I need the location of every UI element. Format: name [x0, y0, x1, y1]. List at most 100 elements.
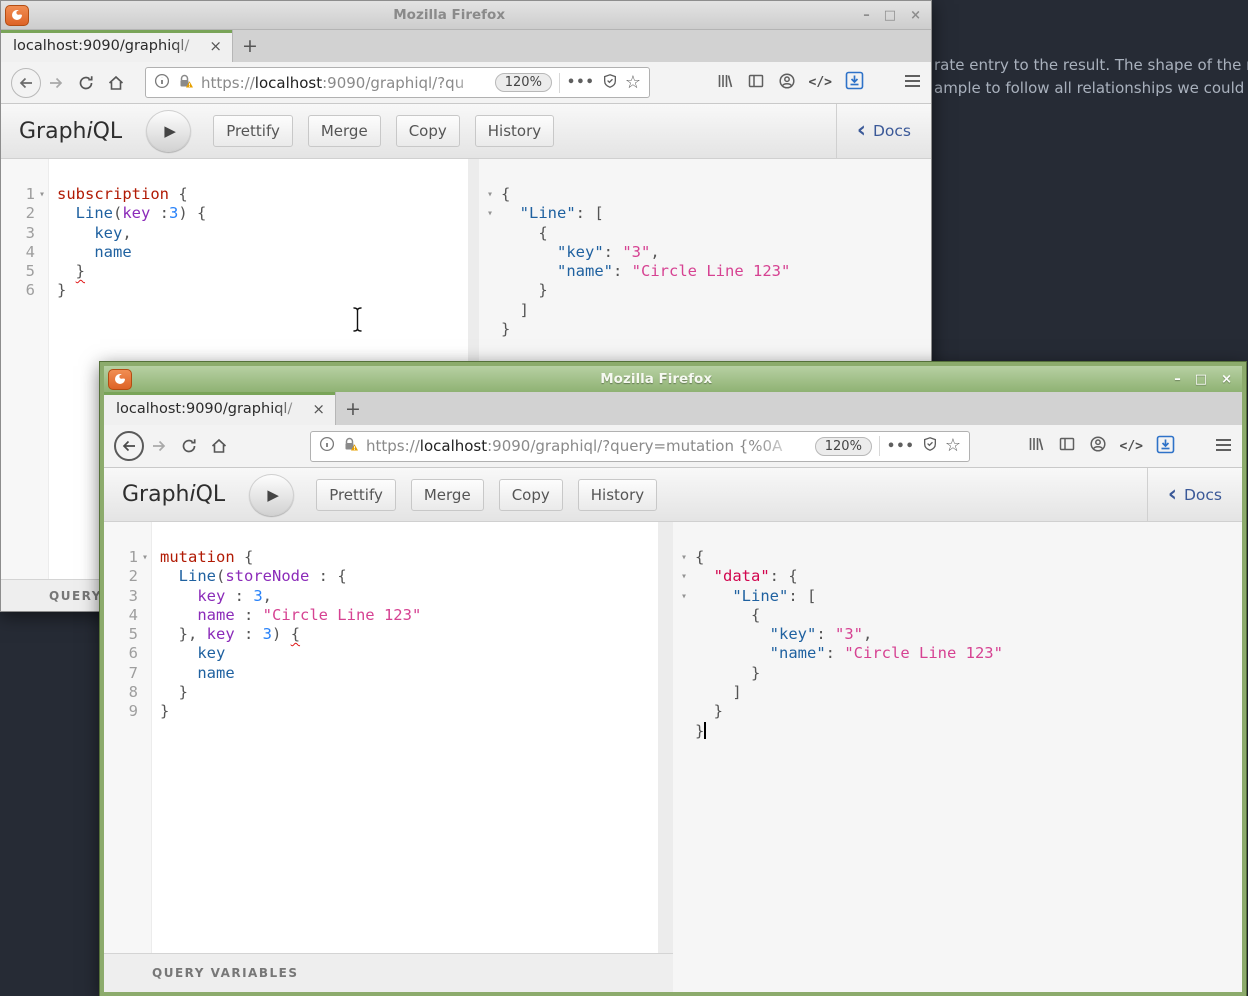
back-nav-toolbar: https://localhost:9090/graphiql/?qu 120%…	[1, 62, 931, 104]
forward-button[interactable]	[41, 68, 71, 98]
line-number: 6	[1, 281, 35, 300]
close-icon[interactable]: ×	[1221, 372, 1232, 387]
copy-button[interactable]: Copy	[396, 115, 460, 147]
new-tab-button[interactable]: +	[233, 30, 267, 62]
page-actions-icon[interactable]: •••	[567, 75, 595, 90]
code-line: 4 name : "Circle Line 123"	[104, 606, 658, 625]
url-bar[interactable]: https://localhost:9090/graphiql/?query=m…	[310, 431, 970, 462]
fold-toggle-icon	[138, 606, 152, 625]
new-tab-button[interactable]: +	[336, 392, 370, 425]
code-line: }	[677, 722, 1242, 741]
maximize-icon[interactable]: □	[1195, 372, 1207, 387]
back-button[interactable]	[114, 431, 144, 461]
library-icon[interactable]	[1027, 435, 1045, 457]
docs-toggle[interactable]: ‹ Docs	[836, 104, 931, 158]
history-button[interactable]: History	[578, 479, 657, 511]
docs-label: Docs	[873, 122, 911, 140]
query-variables-bar[interactable]: QUERY VARIABLES	[104, 953, 673, 992]
downloads-icon[interactable]	[845, 71, 864, 94]
back-button[interactable]	[11, 68, 41, 98]
prettify-button[interactable]: Prettify	[316, 479, 396, 511]
fold-toggle-icon	[138, 664, 152, 683]
tab-close-icon[interactable]: ×	[207, 37, 224, 55]
code-line: "name": "Circle Line 123"	[483, 262, 931, 281]
line-number: 8	[104, 683, 138, 702]
sidebar-icon[interactable]	[747, 72, 765, 94]
fold-toggle-icon	[483, 224, 497, 243]
code-line: {	[677, 606, 1242, 625]
back-titlebar[interactable]: Mozilla Firefox – □ ×	[1, 1, 931, 30]
background-text-line: rate entry to the result. The shape of t…	[934, 54, 1248, 77]
docs-toggle[interactable]: ‹ Docs	[1147, 468, 1242, 521]
fold-toggle-icon[interactable]: ▾	[138, 548, 152, 567]
sidebar-icon[interactable]	[1058, 435, 1076, 457]
url-text[interactable]: https://localhost:9090/graphiql/?query=m…	[366, 437, 808, 455]
pocket-shield-icon[interactable]	[602, 73, 618, 93]
info-icon[interactable]	[154, 73, 170, 93]
bookmark-star-icon[interactable]: ☆	[625, 74, 641, 92]
maximize-icon[interactable]: □	[884, 8, 896, 23]
back-tab-bar: localhost:9090/graphiql/ × +	[1, 30, 931, 62]
code-line: 3 key,	[1, 224, 468, 243]
execute-query-button[interactable]: ▶	[146, 110, 191, 152]
front-titlebar[interactable]: Mozilla Firefox – □ ×	[104, 366, 1242, 392]
merge-button[interactable]: Merge	[308, 115, 381, 147]
fold-toggle-icon[interactable]: ▾	[483, 204, 497, 223]
minimize-icon[interactable]: –	[863, 8, 870, 23]
minimize-icon[interactable]: –	[1174, 372, 1181, 387]
account-icon[interactable]	[778, 72, 796, 94]
query-editor[interactable]: 1▾mutation {2 Line(storeNode : {3 key : …	[104, 522, 673, 953]
zoom-level-badge[interactable]: 120%	[495, 73, 552, 92]
copy-button[interactable]: Copy	[499, 479, 563, 511]
account-icon[interactable]	[1089, 435, 1107, 457]
prettify-button[interactable]: Prettify	[213, 115, 293, 147]
code-line: }	[677, 702, 1242, 721]
history-button[interactable]: History	[475, 115, 554, 147]
info-icon[interactable]	[319, 436, 335, 456]
fold-toggle-icon[interactable]: ▾	[677, 548, 691, 567]
front-nav-toolbar: https://localhost:9090/graphiql/?query=m…	[104, 425, 1242, 468]
tab-localhost-graphiql[interactable]: localhost:9090/graphiql/ ×	[1, 30, 233, 62]
developer-code-icon[interactable]: </>	[809, 75, 832, 90]
line-number: 1	[1, 185, 35, 204]
fold-toggle-icon[interactable]: ▾	[35, 185, 49, 204]
fold-toggle-icon[interactable]: ▾	[677, 587, 691, 606]
result-viewer[interactable]: ▾{▾ "data": {▾ "Line": [ { "key": "3", "…	[673, 522, 1242, 992]
menu-hamburger-icon[interactable]	[904, 73, 921, 92]
fold-toggle-icon[interactable]: ▾	[677, 567, 691, 586]
close-icon[interactable]: ×	[910, 8, 921, 23]
pocket-shield-icon[interactable]	[922, 436, 938, 456]
line-number: 9	[104, 702, 138, 721]
code-line: 9}	[104, 702, 658, 721]
fold-toggle-icon	[483, 320, 497, 339]
downloads-icon[interactable]	[1156, 435, 1175, 458]
forward-button[interactable]	[144, 431, 174, 461]
home-button[interactable]	[204, 431, 234, 461]
zoom-level-badge[interactable]: 120%	[815, 437, 872, 456]
code-line: 6}	[1, 281, 468, 300]
firefox-icon	[5, 5, 29, 26]
merge-button[interactable]: Merge	[411, 479, 484, 511]
fold-toggle-icon[interactable]: ▾	[483, 185, 497, 204]
bookmark-star-icon[interactable]: ☆	[945, 437, 961, 455]
line-number: 5	[104, 625, 138, 644]
execute-query-button[interactable]: ▶	[249, 474, 294, 516]
reload-button[interactable]	[71, 68, 101, 98]
menu-hamburger-icon[interactable]	[1215, 437, 1232, 456]
reload-button[interactable]	[174, 431, 204, 461]
url-text[interactable]: https://localhost:9090/graphiql/?qu	[201, 74, 488, 92]
insecure-lock-icon[interactable]	[177, 73, 194, 93]
insecure-lock-icon[interactable]	[342, 436, 359, 456]
page-actions-icon[interactable]: •••	[887, 439, 915, 454]
library-icon[interactable]	[716, 72, 734, 94]
url-bar[interactable]: https://localhost:9090/graphiql/?qu 120%…	[145, 67, 650, 98]
tab-close-icon[interactable]: ×	[310, 400, 327, 418]
line-number: 7	[104, 664, 138, 683]
play-icon: ▶	[267, 486, 279, 504]
developer-code-icon[interactable]: </>	[1120, 439, 1143, 454]
tab-localhost-graphiql[interactable]: localhost:9090/graphiql/ ×	[104, 392, 336, 425]
code-line: "key": "3",	[483, 243, 931, 262]
code-line: ▾{	[483, 185, 931, 204]
home-button[interactable]	[101, 68, 131, 98]
fold-toggle-icon	[677, 644, 691, 663]
